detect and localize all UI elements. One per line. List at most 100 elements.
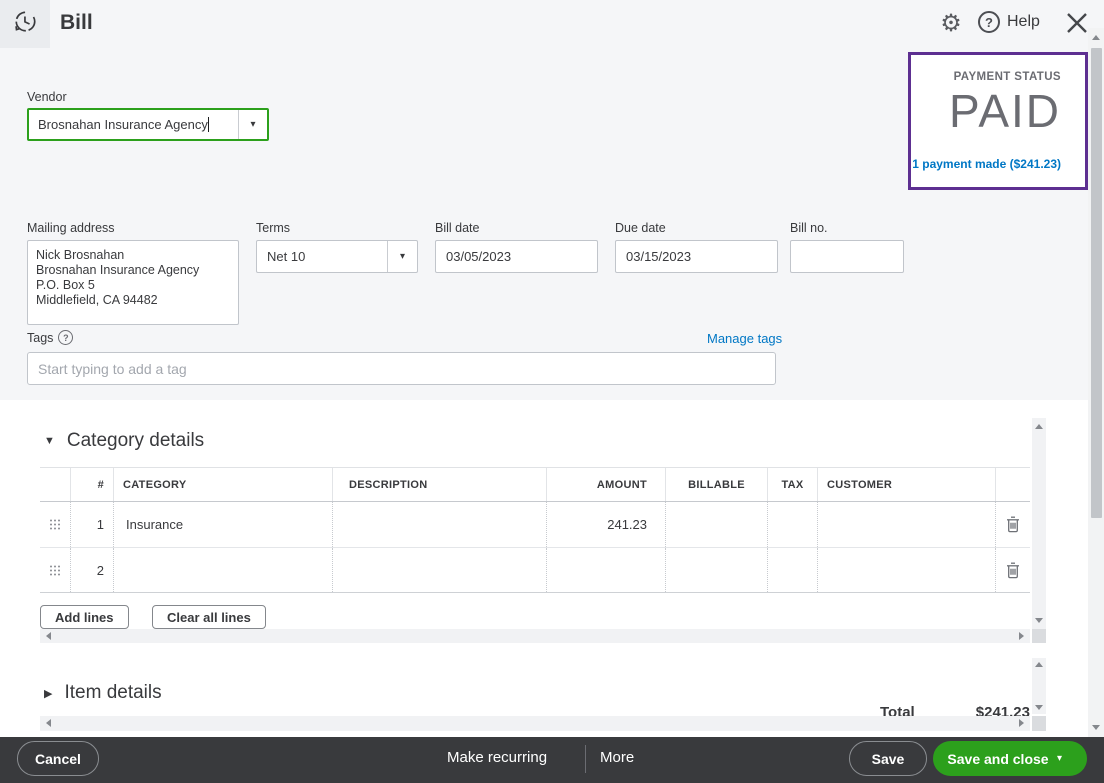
- terms-select[interactable]: Net 10 ▾: [256, 240, 418, 273]
- footer-bar: Cancel Make recurring More Save Save and…: [0, 737, 1104, 783]
- collapse-triangle-icon: ▼: [44, 435, 55, 447]
- terms-value: Net 10: [257, 249, 387, 264]
- item-horizontal-scrollbar[interactable]: [40, 716, 1030, 731]
- vendor-select[interactable]: Brosnahan Insurance Agency ▾: [27, 108, 269, 141]
- billable-cell[interactable]: [665, 548, 767, 592]
- bill-date-input[interactable]: [435, 240, 598, 273]
- recent-transactions-button[interactable]: [0, 0, 50, 48]
- table-header-row: # CATEGORY DESCRIPTION AMOUNT BILLABLE T…: [40, 467, 1030, 502]
- scroll-down-icon[interactable]: [1092, 725, 1100, 730]
- item-details-title: Item details: [64, 682, 161, 704]
- clock-history-icon: [12, 8, 39, 40]
- bill-no-input[interactable]: [790, 240, 904, 273]
- tags-input[interactable]: [27, 352, 776, 385]
- customer-cell[interactable]: [817, 502, 995, 547]
- col-header-tax: TAX: [767, 468, 817, 501]
- trash-icon[interactable]: [995, 548, 1030, 592]
- scroll-right-icon[interactable]: [1019, 632, 1024, 640]
- table-row: 1 Insurance 241.23: [40, 502, 1030, 548]
- drag-handle[interactable]: [40, 548, 70, 592]
- amount-cell[interactable]: 241.23: [546, 502, 665, 547]
- more-button[interactable]: More: [600, 749, 634, 766]
- clear-all-lines-button[interactable]: Clear all lines: [152, 605, 266, 629]
- page-title: Bill: [60, 11, 93, 35]
- table-row: 2: [40, 548, 1030, 593]
- tags-label: Tags: [27, 331, 53, 345]
- category-details-title: Category details: [67, 430, 204, 452]
- due-date-input[interactable]: [615, 240, 778, 273]
- item-details-toggle[interactable]: ▶ Item details: [44, 682, 162, 704]
- scroll-up-icon[interactable]: [1035, 662, 1043, 667]
- footer-divider: [585, 745, 586, 773]
- scroll-left-icon[interactable]: [46, 719, 51, 727]
- scrollbar-corner: [1032, 716, 1046, 731]
- scroll-left-icon[interactable]: [46, 632, 51, 640]
- gear-icon[interactable]: ⚙: [938, 11, 964, 37]
- bill-no-label: Bill no.: [790, 221, 828, 235]
- col-header-num: #: [70, 468, 113, 501]
- category-cell[interactable]: [113, 548, 332, 592]
- bill-date-label: Bill date: [435, 221, 479, 235]
- category-details-table: # CATEGORY DESCRIPTION AMOUNT BILLABLE T…: [40, 467, 1030, 593]
- trash-column-header: [995, 468, 1030, 501]
- billable-cell[interactable]: [665, 502, 767, 547]
- payment-status-box: PAYMENT STATUS PAID 1 payment made ($241…: [908, 52, 1088, 190]
- add-lines-button[interactable]: Add lines: [40, 605, 129, 629]
- cancel-button[interactable]: Cancel: [17, 741, 99, 776]
- make-recurring-button[interactable]: Make recurring: [447, 749, 547, 766]
- row-number: 1: [70, 502, 113, 547]
- scroll-down-icon[interactable]: [1035, 618, 1043, 623]
- expand-triangle-icon: ▶: [44, 687, 52, 700]
- scrollbar-thumb[interactable]: [1091, 48, 1102, 518]
- help-icon: ?: [978, 11, 1000, 33]
- save-button[interactable]: Save: [849, 741, 927, 776]
- save-options-dropdown-icon[interactable]: ▾: [1057, 753, 1087, 764]
- tags-help-icon[interactable]: ?: [58, 330, 73, 345]
- col-header-description: DESCRIPTION: [332, 468, 546, 501]
- payments-made-link[interactable]: 1 payment made ($241.23): [912, 157, 1061, 171]
- tax-cell[interactable]: [767, 502, 817, 547]
- save-and-close-button[interactable]: Save and close ▾: [933, 741, 1087, 776]
- category-horizontal-scrollbar[interactable]: [40, 629, 1030, 643]
- terms-label: Terms: [256, 221, 290, 235]
- scroll-right-icon[interactable]: [1019, 719, 1024, 727]
- col-header-billable: BILLABLE: [665, 468, 767, 501]
- bill-form-window: Bill ⚙ ? Help PAYMENT STATUS PAID 1 paym…: [0, 0, 1104, 783]
- vendor-label: Vendor: [27, 90, 67, 104]
- scroll-up-icon[interactable]: [1092, 35, 1100, 40]
- terms-dropdown-arrow-icon: ▾: [387, 241, 417, 272]
- payment-status-value: PAID: [911, 85, 1061, 137]
- scrollbar-corner: [1032, 629, 1046, 643]
- row-number: 2: [70, 548, 113, 592]
- col-header-amount: AMOUNT: [546, 468, 665, 501]
- vendor-dropdown-arrow-icon[interactable]: ▾: [238, 110, 267, 139]
- scroll-up-icon[interactable]: [1035, 424, 1043, 429]
- text-cursor: [208, 117, 209, 132]
- vendor-value: Brosnahan Insurance Agency: [38, 117, 208, 132]
- description-cell[interactable]: [332, 548, 546, 592]
- col-header-customer: CUSTOMER: [817, 468, 995, 501]
- scroll-down-icon[interactable]: [1035, 705, 1043, 710]
- help-label: Help: [1007, 13, 1040, 31]
- category-details-toggle[interactable]: ▼ Category details: [44, 430, 204, 452]
- tax-cell[interactable]: [767, 548, 817, 592]
- save-and-close-label: Save and close: [933, 751, 1057, 767]
- item-vertical-scrollbar[interactable]: [1032, 658, 1046, 714]
- trash-icon[interactable]: [995, 502, 1030, 547]
- category-vertical-scrollbar[interactable]: [1032, 418, 1046, 629]
- mailing-address-label: Mailing address: [27, 221, 115, 235]
- drag-column-header: [40, 468, 70, 501]
- category-cell[interactable]: Insurance: [113, 502, 332, 547]
- help-button[interactable]: ? Help: [978, 11, 1040, 33]
- description-cell[interactable]: [332, 502, 546, 547]
- mailing-address-field[interactable]: Nick Brosnahan Brosnahan Insurance Agenc…: [27, 240, 239, 325]
- close-icon[interactable]: [1064, 10, 1090, 36]
- amount-cell[interactable]: [546, 548, 665, 592]
- drag-handle[interactable]: [40, 502, 70, 547]
- payment-status-label: PAYMENT STATUS: [911, 71, 1061, 83]
- col-header-category: CATEGORY: [113, 468, 332, 501]
- manage-tags-link[interactable]: Manage tags: [707, 331, 782, 346]
- due-date-label: Due date: [615, 221, 666, 235]
- page-vertical-scrollbar[interactable]: [1088, 28, 1104, 737]
- customer-cell[interactable]: [817, 548, 995, 592]
